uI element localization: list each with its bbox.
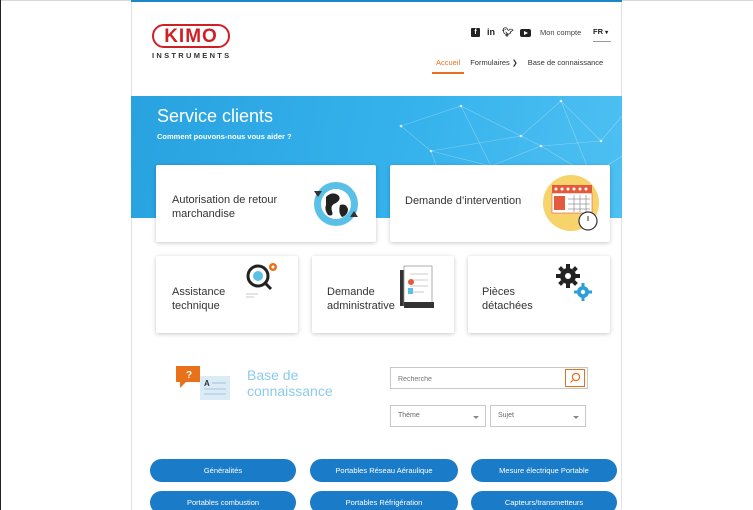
social-links: f in 🐦︎ — [471, 28, 532, 37]
knowledge-base-title: Base de connaissance — [247, 367, 337, 399]
calendar-icon — [543, 175, 599, 231]
category-generalites[interactable]: Généralités — [150, 459, 296, 482]
nav-item-base-connaissance[interactable]: Base de connaissance — [528, 58, 603, 67]
svg-text:A: A — [204, 379, 210, 388]
card-retour-marchandise[interactable]: Autorisation de retour marchandise — [156, 165, 376, 242]
top-accent-bar — [131, 0, 622, 2]
card-label: Demande d’intervention — [405, 195, 522, 207]
magnifier-gear-icon — [246, 263, 277, 298]
category-portables-reseau-aeraulique[interactable]: Portables Réseau Aéraulique — [310, 459, 458, 482]
search-icon — [570, 372, 581, 383]
chevron-down-icon: ❯ — [511, 60, 518, 67]
knowledge-base-title-text: Base de connaissance — [247, 367, 333, 400]
card-assistance-technique[interactable]: Assistance technique — [156, 256, 298, 333]
theme-select-label: Thème — [398, 412, 420, 419]
nav-item-label: Formulaires — [470, 58, 510, 67]
card-pieces-detachees[interactable]: Pièces détachées — [468, 256, 610, 333]
category-mesure-electrique-portable[interactable]: Mesure électrique Portable — [471, 459, 617, 482]
document-icon — [400, 265, 434, 308]
chevron-down-icon — [473, 416, 479, 419]
main-nav: Accueil Formulaires ❯ Base de connaissan… — [431, 58, 603, 74]
kimo-logo[interactable]: KIMO INSTRUMENTS — [152, 24, 234, 60]
card-demande-administrative[interactable]: Demande administrative — [312, 256, 454, 333]
page-column-right-edge — [621, 0, 622, 510]
sujet-select[interactable]: Sujet — [490, 405, 586, 427]
search-box — [390, 367, 588, 390]
language-selector[interactable]: FR ▾ — [593, 27, 611, 42]
page-column-left-edge — [131, 0, 132, 510]
chevron-down-icon — [573, 416, 579, 419]
logo-word: KIMO — [164, 25, 218, 47]
youtube-icon[interactable] — [520, 28, 532, 37]
facebook-icon[interactable]: f — [471, 28, 480, 37]
knowledge-base-icon: ? A — [176, 366, 230, 400]
account-link[interactable]: Mon compte — [540, 28, 581, 37]
card-label: Assistance technique — [172, 286, 226, 313]
svg-text:?: ? — [186, 370, 192, 381]
twitter-icon[interactable]: 🐦︎ — [502, 28, 513, 37]
linkedin-icon[interactable]: in — [487, 28, 495, 37]
card-demande-intervention[interactable]: Demande d’intervention — [390, 165, 610, 242]
category-portables-refrigeration[interactable]: Portables Réfrigération — [310, 491, 458, 510]
search-input[interactable] — [391, 369, 561, 390]
chevron-down-icon: ▾ — [605, 30, 609, 36]
hero-subtitle: Comment pouvons-nous vous aider ? — [157, 132, 292, 141]
nav-item-accueil[interactable]: Accueil — [431, 58, 465, 74]
search-button[interactable] — [565, 369, 585, 387]
logo-subtitle: INSTRUMENTS — [152, 51, 232, 60]
hero-title: Service clients — [157, 106, 274, 126]
gears-icon — [556, 264, 592, 301]
window-left-border — [0, 0, 1, 510]
language-label: FR — [593, 27, 603, 36]
globe-return-icon — [314, 182, 358, 226]
card-label: Autorisation de retour marchandise — [172, 194, 278, 221]
category-portables-combustion[interactable]: Portables combustion — [150, 491, 296, 510]
sujet-select-label: Sujet — [498, 412, 514, 419]
theme-select[interactable]: Thème — [390, 405, 486, 427]
logo-badge: KIMO — [152, 24, 230, 48]
card-label: Pièces détachées — [482, 286, 533, 313]
nav-item-formulaires[interactable]: Formulaires ❯ — [470, 58, 518, 67]
category-capteurs-transmetteurs[interactable]: Capteurs/transmetteurs — [471, 491, 617, 510]
